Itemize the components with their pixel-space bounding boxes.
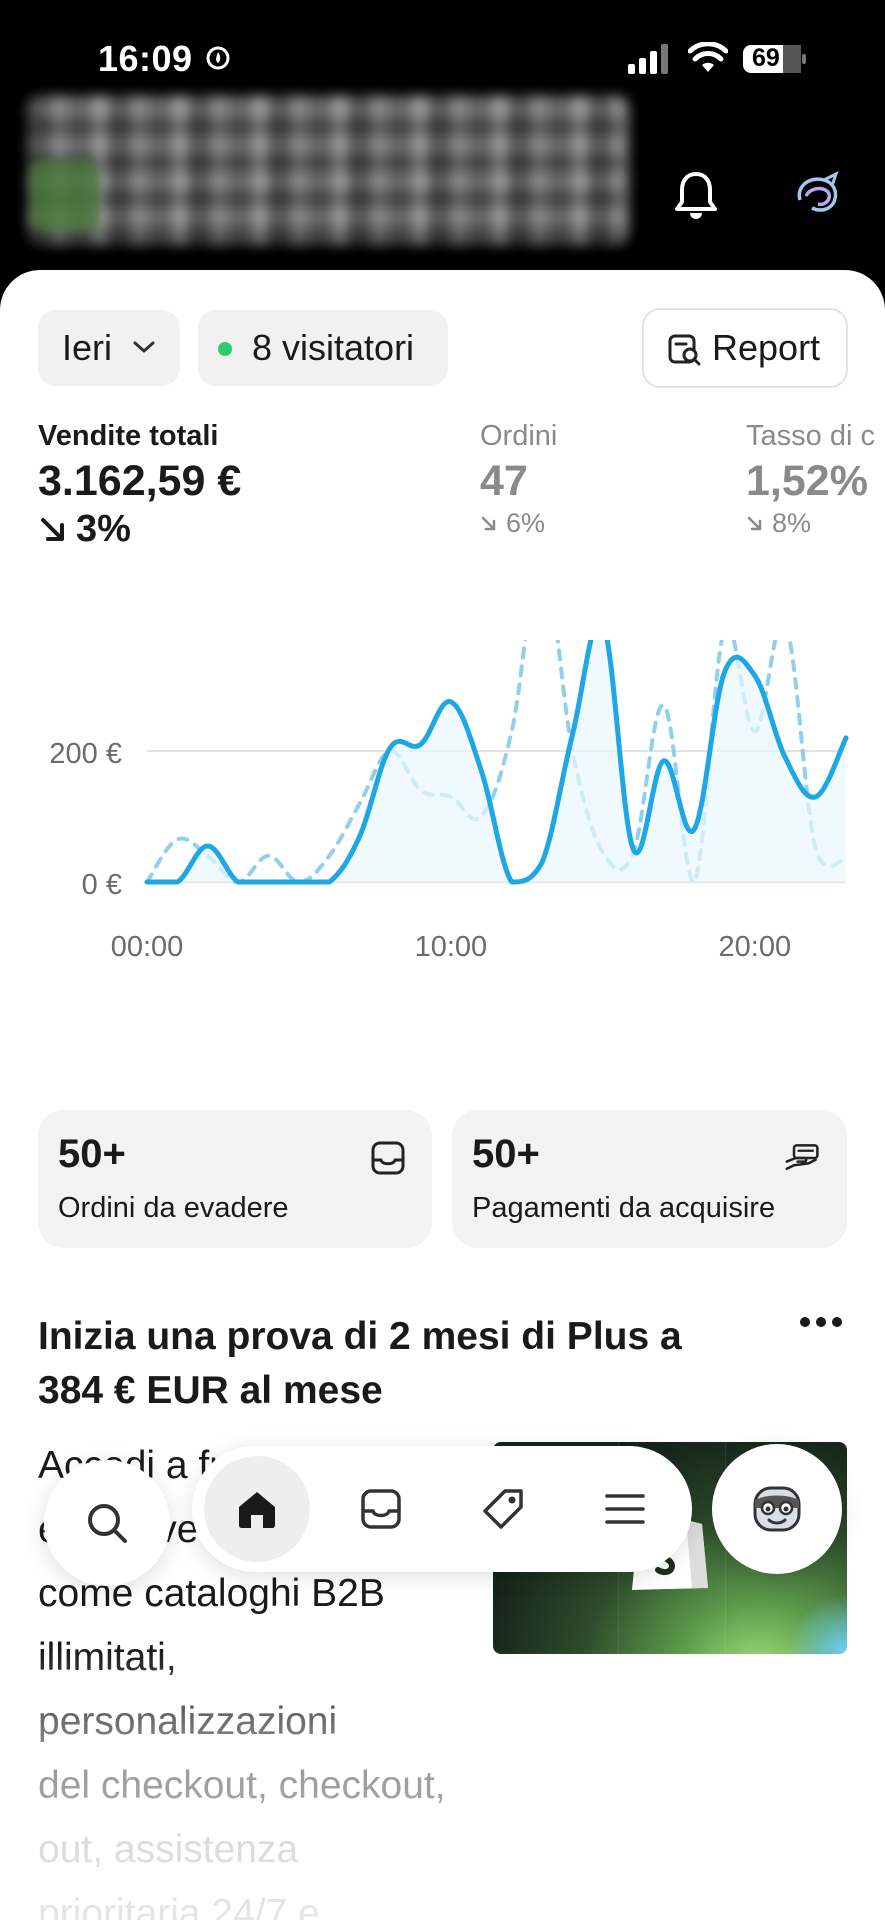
promo-title: Inizia una prova di 2 mesi di Plus a 384… bbox=[38, 1315, 682, 1412]
x-tick-label: 20:00 bbox=[719, 931, 792, 963]
wifi-icon bbox=[688, 42, 728, 72]
home-sheet: Ieri 8 visitatori Report Vendite totali … bbox=[0, 270, 885, 1920]
metric-delta-value: 6% bbox=[506, 508, 546, 538]
store-switcher-blur-overlay bbox=[28, 96, 628, 244]
live-visitors-button[interactable]: 8 visitatori bbox=[198, 310, 448, 386]
metric-label: Vendite totali bbox=[38, 420, 219, 452]
report-search-icon bbox=[668, 334, 701, 366]
search-button[interactable] bbox=[44, 1460, 170, 1586]
tab-menu-icon[interactable] bbox=[603, 1487, 647, 1531]
live-dot-icon bbox=[218, 342, 232, 356]
metric-delta-value: 3% bbox=[76, 508, 131, 550]
period-label: Ieri bbox=[62, 327, 113, 368]
status-time: 16:09 bbox=[98, 38, 193, 79]
signal-icon bbox=[628, 44, 668, 74]
tab-products-tag-icon[interactable] bbox=[481, 1487, 525, 1531]
metric-delta: 3% bbox=[38, 508, 241, 551]
promo-line: out, assistenza bbox=[38, 1828, 299, 1871]
promo-line: del checkout, checkout, bbox=[38, 1764, 446, 1807]
current-series-area bbox=[147, 640, 846, 882]
bottom-tab-bar bbox=[192, 1446, 692, 1572]
inbox-icon bbox=[371, 1141, 405, 1175]
y-tick-label: 200 € bbox=[49, 738, 122, 770]
arrow-down-right-icon bbox=[41, 517, 64, 541]
sidekick-icon bbox=[753, 1486, 801, 1532]
metric-conversion[interactable]: Tasso di c 1,52% 8% bbox=[746, 420, 875, 539]
x-tick-label: 00:00 bbox=[111, 931, 184, 963]
metric-total-sales[interactable]: Vendite totali 3.162,59 € 3% bbox=[38, 420, 241, 551]
y-tick-label: 0 € bbox=[82, 869, 122, 901]
tab-orders-inbox-icon[interactable] bbox=[359, 1487, 403, 1531]
payments-to-capture-card[interactable]: 50+ Pagamenti da acquisire bbox=[452, 1110, 847, 1248]
card-label: Ordini da evadere bbox=[58, 1192, 289, 1224]
search-icon bbox=[88, 1504, 127, 1543]
payment-hand-icon bbox=[785, 1144, 819, 1171]
card-label: Pagamenti da acquisire bbox=[472, 1192, 776, 1224]
x-tick-label: 10:00 bbox=[415, 931, 488, 963]
sidekick-logo-icon[interactable] bbox=[792, 170, 844, 222]
report-label: Report bbox=[712, 327, 821, 368]
metric-delta: 6% bbox=[480, 508, 557, 539]
focus-icon bbox=[206, 46, 230, 70]
promo-line: prioritaria 24/7 e bbox=[38, 1892, 320, 1920]
metric-value: 47 bbox=[480, 457, 528, 505]
report-button[interactable]: Report bbox=[642, 308, 848, 388]
home-icon bbox=[239, 1492, 275, 1528]
battery-level: 69 bbox=[752, 44, 780, 72]
arrow-down-right-icon bbox=[747, 516, 762, 530]
metric-delta-value: 8% bbox=[772, 508, 812, 538]
card-number: 50+ bbox=[472, 1132, 540, 1176]
metric-delta: 8% bbox=[746, 508, 875, 539]
sales-line-chart[interactable]: 400 €200 €0 €00:0010:0020:00 bbox=[0, 640, 885, 1060]
tab-home[interactable] bbox=[204, 1456, 310, 1562]
arrow-down-right-icon bbox=[481, 516, 496, 530]
metric-label: Tasso di c bbox=[746, 420, 875, 452]
sidekick-assistant-button[interactable] bbox=[712, 1444, 842, 1574]
card-number: 50+ bbox=[58, 1132, 126, 1176]
visitors-label: 8 visitatori bbox=[252, 327, 415, 368]
metric-value: 3.162,59 € bbox=[38, 457, 242, 505]
period-selector[interactable]: Ieri bbox=[38, 310, 180, 386]
store-avatar bbox=[30, 160, 100, 230]
orders-to-fulfill-card[interactable]: 50+ Ordini da evadere bbox=[38, 1110, 432, 1248]
promo-line: personalizzazioni bbox=[38, 1700, 338, 1743]
chevron-down-icon bbox=[133, 341, 155, 353]
notifications-bell-icon[interactable] bbox=[672, 170, 720, 222]
metric-orders[interactable]: Ordini 47 6% bbox=[480, 420, 557, 539]
battery-icon: 69 bbox=[742, 44, 808, 74]
metric-label: Ordini bbox=[480, 420, 558, 452]
metric-value: 1,52% bbox=[746, 457, 868, 505]
promo-line: illimitati, bbox=[38, 1636, 177, 1679]
more-options-icon[interactable] bbox=[798, 1315, 844, 1329]
